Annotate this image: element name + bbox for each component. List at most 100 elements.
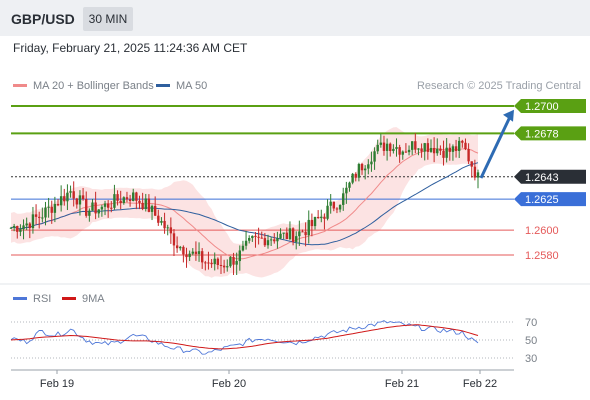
x-tick-label-Feb-19: Feb 19	[40, 378, 74, 390]
candle-body	[197, 251, 201, 254]
candle-body	[404, 151, 408, 153]
candle-body	[147, 198, 151, 212]
candle-body	[110, 207, 113, 209]
candle-body	[298, 231, 301, 237]
candle-body	[342, 193, 345, 205]
candle-body	[295, 236, 298, 242]
candle-body	[141, 202, 144, 209]
candle-body	[41, 217, 44, 219]
candle-body	[288, 228, 292, 240]
candle-body	[88, 210, 91, 216]
candle-body	[304, 231, 307, 236]
candle-body	[307, 219, 310, 236]
candle-body	[119, 200, 122, 203]
candle-body	[150, 205, 154, 212]
x-tick-label-Feb-21: Feb 21	[385, 378, 419, 390]
candle-body	[410, 141, 414, 150]
candle-body	[128, 199, 132, 202]
candle-body	[185, 254, 188, 258]
candle-body	[442, 150, 445, 158]
candle-body	[241, 245, 245, 251]
candle-body	[207, 262, 210, 264]
candle-body	[266, 240, 270, 246]
candle-body	[188, 253, 191, 258]
candle-body	[276, 238, 279, 242]
candle-body	[219, 265, 223, 267]
candle-body	[476, 172, 480, 178]
candle-body	[169, 227, 173, 234]
candle-body	[457, 140, 461, 151]
candle-body	[464, 142, 467, 150]
candle-body	[204, 262, 207, 264]
candle-body	[113, 194, 116, 208]
candle-body	[16, 226, 19, 232]
candle-body	[47, 206, 50, 208]
candle-body	[269, 239, 273, 241]
candle-body	[191, 251, 194, 254]
candle-body	[44, 207, 47, 218]
candle-body	[345, 187, 348, 194]
candle-body	[213, 258, 216, 265]
candle-body	[210, 262, 213, 265]
candle-body	[122, 197, 126, 203]
candle-body	[22, 225, 25, 230]
candle-body	[232, 257, 235, 265]
candle-body	[63, 196, 66, 202]
candle-body	[426, 143, 430, 152]
candle-body	[473, 166, 477, 178]
x-tick-label-Feb-20: Feb 20	[212, 378, 246, 390]
candle-body	[222, 265, 226, 268]
candle-body	[116, 194, 119, 201]
candle-body	[363, 168, 367, 171]
candle-body	[370, 161, 373, 165]
rsi-tick-50: 50	[525, 335, 537, 347]
candle-body	[226, 266, 229, 268]
candle-body	[244, 240, 248, 246]
candle-body	[439, 148, 442, 151]
candle-body	[34, 214, 38, 217]
candle-body	[454, 146, 458, 151]
candle-body	[357, 164, 361, 178]
candle-body	[157, 215, 160, 223]
candle-body	[172, 233, 176, 246]
candle-body	[97, 209, 100, 214]
candle-body	[81, 195, 85, 200]
level-label-1.2643: 1.2643	[525, 172, 559, 184]
candle-body	[251, 235, 254, 239]
candle-body	[451, 146, 455, 152]
candle-body	[248, 238, 251, 241]
candle-body	[420, 148, 423, 152]
candle-body	[85, 199, 88, 216]
price-chart: 1.2700 1.2678 1.2643 1.2625 1.2600 1.2580 70 50…	[0, 99, 590, 390]
candle-body	[414, 141, 417, 150]
candle-body	[320, 216, 323, 219]
candle-body	[313, 216, 317, 227]
candle-body	[398, 147, 401, 155]
candle-body	[360, 164, 364, 171]
candle-body	[373, 151, 376, 162]
candle-body	[53, 203, 57, 213]
candle-body	[376, 144, 379, 152]
candle-body	[354, 173, 357, 178]
candle-body	[310, 219, 314, 227]
candle-body	[153, 205, 157, 216]
candle-body	[461, 140, 464, 143]
candle-body	[166, 227, 169, 229]
level-tag-1.2678: 1.2678	[514, 126, 586, 141]
level-tag-1.2700: 1.2700	[514, 99, 586, 113]
candle-body	[401, 151, 404, 155]
candle-body	[326, 205, 329, 219]
candle-body	[132, 192, 135, 202]
candle-body	[389, 143, 392, 152]
candle-body	[385, 143, 389, 151]
candle-body	[160, 220, 163, 223]
candle-body	[179, 246, 182, 249]
level-label-1.2625: 1.2625	[525, 194, 559, 206]
candle-body	[38, 216, 41, 218]
level-tag-1.2625: 1.2625	[514, 192, 586, 207]
candle-body	[69, 191, 72, 193]
level-label-1.2580: 1.2580	[525, 250, 559, 262]
candle-body	[238, 250, 241, 262]
candle-body	[25, 223, 28, 226]
candle-body	[9, 227, 13, 229]
